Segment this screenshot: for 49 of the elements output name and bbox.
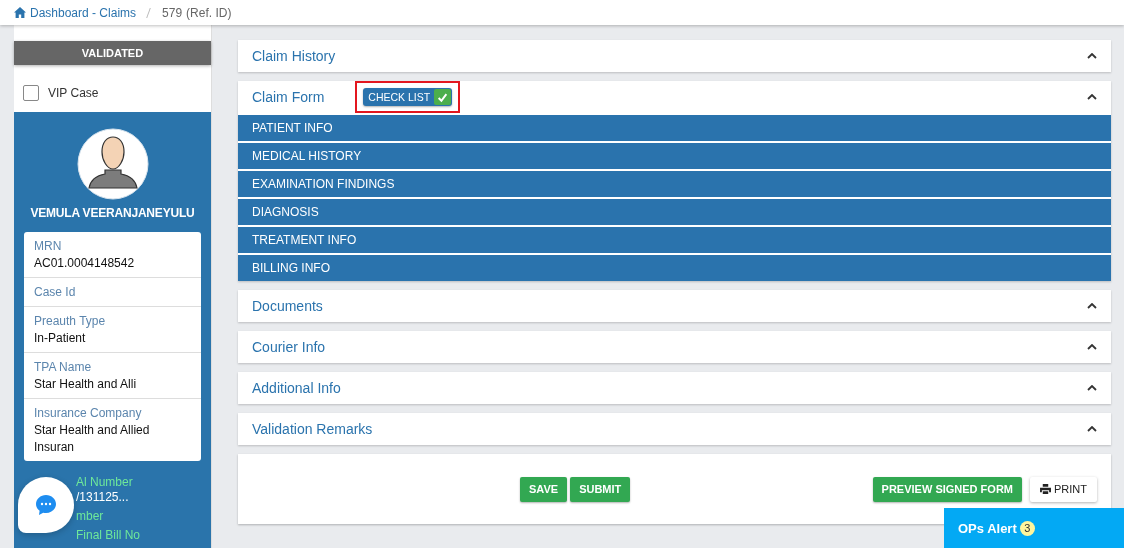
detail-label: MRN xyxy=(34,238,63,255)
panel-title[interactable]: Claim Form xyxy=(252,89,325,105)
detail-label: mber xyxy=(75,509,105,524)
panel-title[interactable]: Validation Remarks xyxy=(252,421,373,437)
chevron-icon[interactable] xyxy=(1087,426,1097,432)
section-bar[interactable]: MEDICAL HISTORY xyxy=(238,143,1111,169)
detail-value: Star Health and Alli xyxy=(34,376,138,393)
detail-label: Case Id xyxy=(34,284,77,301)
detail-value: Star Health and Allied Insuran xyxy=(34,422,151,456)
status-banner: VALIDATED xyxy=(14,41,211,65)
avatar-icon xyxy=(76,128,149,200)
action-button[interactable]: SUBMIT xyxy=(570,476,631,502)
breadcrumb-link[interactable]: Dashboard - Claims xyxy=(30,5,137,20)
detail-value: In-Patient xyxy=(34,330,87,347)
panel-title[interactable]: Additional Info xyxy=(252,380,341,396)
chevron-icon[interactable] xyxy=(1087,303,1097,309)
chevron-icon[interactable] xyxy=(1087,385,1097,391)
detail-label: Insurance Company xyxy=(34,405,143,422)
checkbox[interactable] xyxy=(23,84,39,101)
chevron-icon[interactable] xyxy=(1087,94,1097,100)
detail-label: Al Number xyxy=(75,475,134,490)
checkbox-label: VIP Case xyxy=(48,85,99,100)
breadcrumb-ref: (Ref. ID) xyxy=(186,5,232,20)
home-icon xyxy=(14,7,26,18)
section-bar[interactable]: BILLING INFO xyxy=(238,255,1111,281)
section-bar[interactable]: EXAMINATION FINDINGS xyxy=(238,171,1111,197)
patient-name: VEMULA VEERANJANEYULU xyxy=(30,206,195,220)
chevron-icon[interactable] xyxy=(1087,53,1097,59)
count-badge: 3 xyxy=(1019,520,1035,536)
alert-label: OPs Alert xyxy=(958,520,1017,536)
detail-label: Preauth Type xyxy=(34,313,107,330)
section-bar[interactable]: DIAGNOSIS xyxy=(238,199,1111,225)
detail-value: AC01.0004148542 xyxy=(34,255,136,272)
print-icon xyxy=(1040,484,1051,494)
panel-title[interactable]: Claim History xyxy=(252,48,336,64)
section-bar[interactable]: PATIENT INFO xyxy=(238,115,1111,141)
detail-value: /131125... xyxy=(75,490,130,505)
chevron-icon[interactable] xyxy=(1087,344,1097,350)
detail-label: Final Bill No xyxy=(75,528,142,543)
section-bar[interactable]: TREATMENT INFO xyxy=(238,227,1111,253)
detail-label: TPA Name xyxy=(34,359,93,376)
alert-tab[interactable]: OPs Alert 3 xyxy=(944,508,1124,548)
action-button[interactable]: SAVE xyxy=(520,476,568,502)
preview-button[interactable]: PREVIEW SIGNED FORM xyxy=(872,476,1022,502)
panel-title[interactable]: Documents xyxy=(252,298,323,314)
chat-icon xyxy=(34,493,58,517)
breadcrumb-current: 579 xyxy=(162,5,183,20)
print-button[interactable]: PRINT xyxy=(1030,476,1097,502)
panel-title[interactable]: Courier Info xyxy=(252,339,326,355)
